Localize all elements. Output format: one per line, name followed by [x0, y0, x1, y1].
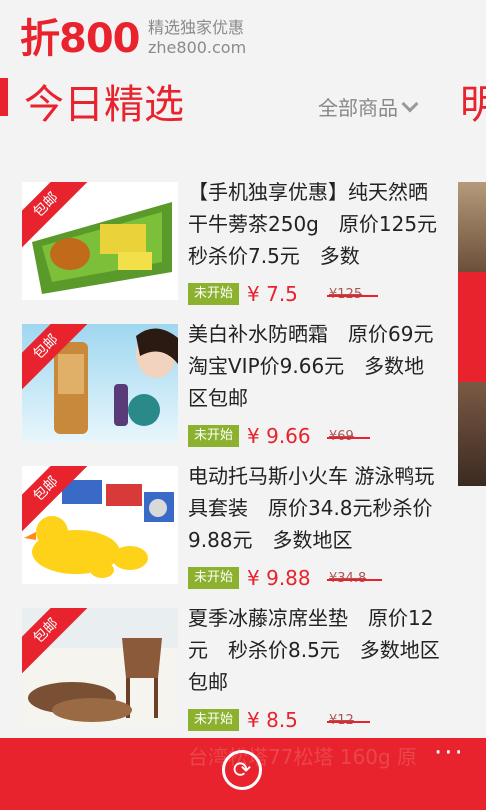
status-badge: 未开始	[188, 283, 240, 305]
logo-domain: zhe800.com	[148, 38, 247, 57]
status-badge: 未开始	[188, 425, 240, 447]
list-item[interactable]: 包邮 【手机独享优惠】纯天然晒干牛蒡茶250g 原价125元 秒杀价7.5元 多…	[0, 176, 450, 318]
product-image[interactable]: 包邮	[22, 324, 178, 442]
category-filter[interactable]: 全部商品	[318, 92, 419, 121]
preview-image	[458, 182, 486, 272]
price-row: 未开始 ¥ 7.5 ¥125	[188, 282, 379, 306]
next-pivot-preview[interactable]	[458, 182, 486, 486]
previous-pivot-edge[interactable]	[0, 78, 8, 116]
app-bar: 台湾松塔77松塔 160g 原 ⟳ ···	[0, 738, 486, 810]
refresh-icon: ⟳	[232, 757, 252, 783]
product-image[interactable]: 包邮	[22, 608, 178, 726]
product-list[interactable]: 包邮 【手机独享优惠】纯天然晒干牛蒡茶250g 原价125元 秒杀价7.5元 多…	[0, 176, 450, 744]
more-button[interactable]: ···	[434, 738, 465, 768]
list-item[interactable]: 包邮 电动托马斯小火车 游泳鸭玩具套装 原价34.8元秒杀价9.88元 多数地区…	[0, 460, 450, 602]
original-price: ¥12	[327, 712, 370, 728]
original-price: ¥34.8	[327, 570, 383, 586]
category-filter-label: 全部商品	[318, 96, 398, 120]
price-row: 未开始 ¥ 9.66 ¥69	[188, 424, 370, 448]
list-item[interactable]: 包邮 夏季冰藤凉席坐垫 原价12元 秒杀价8.5元 多数地区包邮 未开始 ¥ 8…	[0, 602, 450, 744]
original-price: ¥125	[327, 286, 379, 302]
sale-price: ¥ 9.88	[247, 566, 311, 590]
header: 折800 精选独家优惠 zhe800.com	[0, 0, 486, 62]
sale-price: ¥ 9.66	[247, 424, 311, 448]
product-title[interactable]: 【手机独享优惠】纯天然晒干牛蒡茶250g 原价125元 秒杀价7.5元 多数	[188, 176, 440, 272]
product-title[interactable]: 美白补水防晒霜 原价69元 淘宝VIP价9.66元 多数地区包邮	[188, 318, 440, 414]
product-title[interactable]: 夏季冰藤凉席坐垫 原价12元 秒杀价8.5元 多数地区包邮	[188, 602, 440, 698]
sale-price: ¥ 7.5	[247, 282, 298, 306]
preview-image	[458, 382, 486, 486]
pivot-title-next[interactable]: 明	[460, 72, 486, 130]
price-row: 未开始 ¥ 8.5 ¥12	[188, 708, 370, 732]
price-row: 未开始 ¥ 9.88 ¥34.8	[188, 566, 383, 590]
product-image[interactable]: 包邮	[22, 182, 178, 300]
original-price: ¥69	[327, 428, 370, 444]
logo: 折800	[20, 16, 140, 62]
status-badge: 未开始	[188, 709, 240, 731]
logo-slogan: 精选独家优惠	[148, 18, 245, 37]
list-item[interactable]: 包邮 美白补水防晒霜 原价69元 淘宝VIP价9.66元 多数地区包邮 未开始 …	[0, 318, 450, 460]
pivot-title-current[interactable]: 今日精选	[24, 72, 184, 130]
product-image[interactable]: 包邮	[22, 466, 178, 584]
status-badge: 未开始	[188, 567, 240, 589]
sale-price: ¥ 8.5	[247, 708, 298, 732]
product-title[interactable]: 电动托马斯小火车 游泳鸭玩具套装 原价34.8元秒杀价9.88元 多数地区	[188, 460, 440, 556]
refresh-button[interactable]: ⟳	[222, 750, 262, 790]
chevron-down-icon	[401, 95, 419, 112]
